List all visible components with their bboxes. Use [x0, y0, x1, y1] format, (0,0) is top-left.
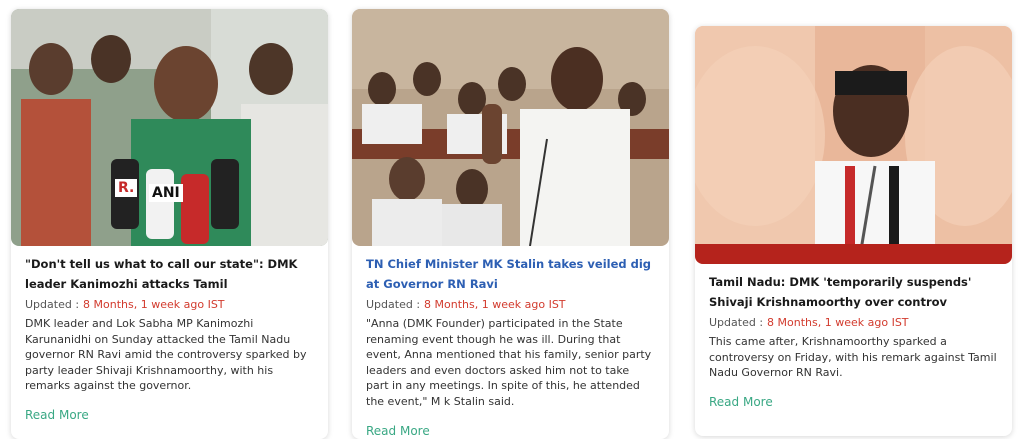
updated-time: 8 Months, 1 week ago IST [424, 298, 566, 311]
mic-label-ani: ANI [149, 184, 183, 202]
read-more-link[interactable]: Read More [366, 424, 430, 438]
news-card[interactable]: TN Chief Minister MK Stalin takes veiled… [352, 9, 669, 439]
read-more-link[interactable]: Read More [25, 408, 89, 422]
updated-label: Updated : [25, 298, 80, 311]
news-card[interactable]: Tamil Nadu: DMK 'temporarily suspends' S… [695, 26, 1012, 436]
news-summary: DMK leader and Lok Sabha MP Kanimozhi Ka… [25, 317, 307, 393]
news-thumbnail[interactable] [695, 26, 1012, 264]
updated-line: Updated :8 Months, 1 week ago IST [25, 296, 314, 314]
news-summary: This came after, Krishnamoorthy sparked … [709, 335, 997, 380]
updated-line: Updated :8 Months, 1 week ago IST [709, 314, 998, 332]
news-photo [695, 26, 1012, 264]
updated-time: 8 Months, 1 week ago IST [83, 298, 225, 311]
updated-label: Updated : [709, 316, 764, 329]
news-photo [11, 9, 328, 246]
updated-time: 8 Months, 1 week ago IST [767, 316, 909, 329]
mic-label-r: R. [115, 179, 138, 197]
news-title[interactable]: Tamil Nadu: DMK 'temporarily suspends' S… [709, 272, 998, 312]
updated-line: Updated :8 Months, 1 week ago IST [366, 296, 655, 314]
news-thumbnail[interactable] [352, 9, 669, 246]
news-title[interactable]: "Don't tell us what to call our state": … [25, 254, 314, 294]
news-thumbnail[interactable]: R. ANI [11, 9, 328, 246]
read-more-link[interactable]: Read More [709, 395, 773, 409]
news-photo [352, 9, 669, 246]
news-card[interactable]: R. ANI "Don't tell us what to call our s… [11, 9, 328, 439]
news-title[interactable]: TN Chief Minister MK Stalin takes veiled… [366, 254, 655, 294]
news-summary: "Anna (DMK Founder) participated in the … [366, 317, 652, 408]
updated-label: Updated : [366, 298, 421, 311]
